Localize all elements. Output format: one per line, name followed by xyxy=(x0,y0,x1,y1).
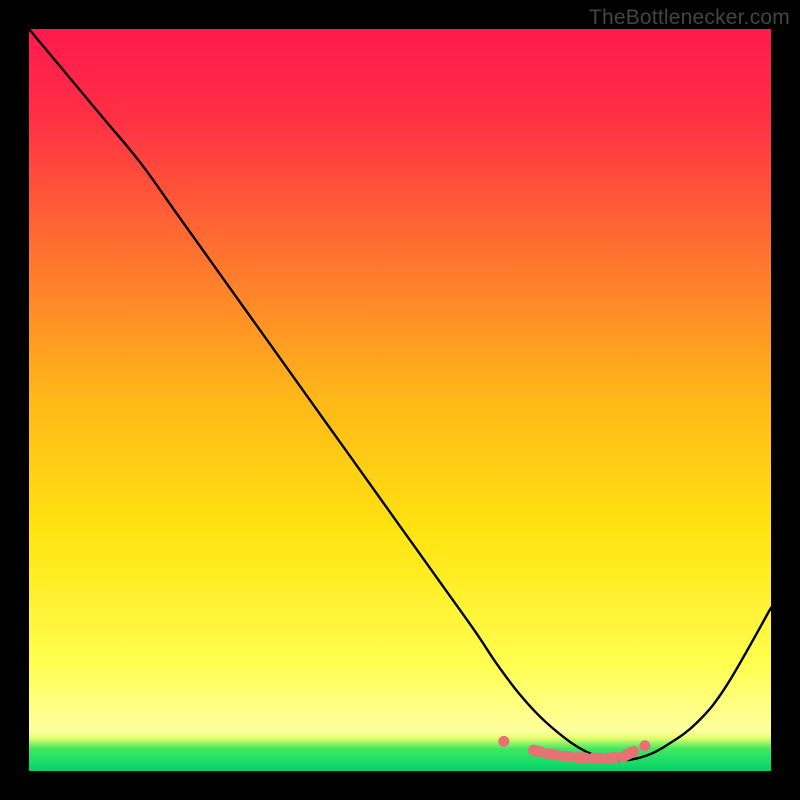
gradient-background xyxy=(29,29,771,771)
marker-segment xyxy=(563,756,570,757)
chart-container: TheBottlenecker.com xyxy=(0,0,800,800)
marker-segment xyxy=(608,758,615,759)
watermark-text: TheBottlenecker.com xyxy=(589,6,790,30)
marker-dot xyxy=(639,740,650,751)
marker-segment xyxy=(534,750,541,752)
marker-segment xyxy=(548,754,555,755)
marker-dot xyxy=(498,736,509,747)
marker-segment xyxy=(623,751,634,757)
plot-area xyxy=(29,29,771,771)
chart-svg xyxy=(29,29,771,771)
